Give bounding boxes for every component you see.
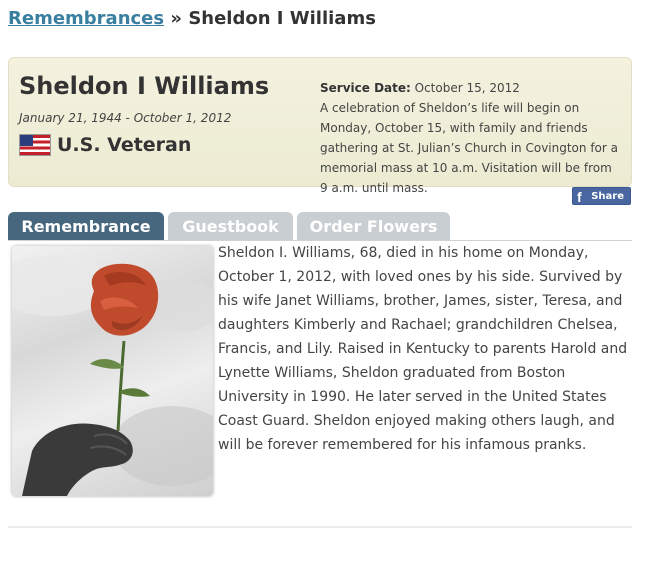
service-date-label: Service Date: [320,81,411,95]
breadcrumb-current: Sheldon I Williams [188,8,376,29]
breadcrumb-separator: » [170,8,183,29]
tab-order-flowers[interactable]: Order Flowers [297,212,450,241]
facebook-share-button[interactable]: f Share [572,187,631,205]
person-name: Sheldon I Williams [19,72,270,100]
share-label: Share [591,190,624,202]
breadcrumb: Remembrances » Sheldon I Williams [8,8,376,29]
rose-illustration [12,256,213,496]
veteran-label: U.S. Veteran [57,134,192,156]
facebook-icon: f [577,189,582,205]
service-info: Service Date: October 15, 2012 A celebra… [320,78,620,198]
life-dates: January 21, 1944 - October 1, 2012 [19,111,232,125]
service-date-value: October 15, 2012 [414,81,520,95]
us-flag-icon [19,134,51,156]
footer-divider [8,526,632,528]
tab-remembrance[interactable]: Remembrance [8,212,164,241]
breadcrumb-remembrances-link[interactable]: Remembrances [8,8,164,29]
tab-bar: Remembrance Guestbook Order Flowers [8,212,632,241]
service-description: A celebration of Sheldon’s life will beg… [320,101,618,195]
obituary-header: Sheldon I Williams January 21, 1944 - Oc… [8,57,632,195]
rose-photo [12,246,213,496]
tab-guestbook[interactable]: Guestbook [168,212,293,241]
remembrance-text: Sheldon I. Williams, 68, died in his hom… [218,245,628,453]
veteran-badge: U.S. Veteran [19,134,191,156]
